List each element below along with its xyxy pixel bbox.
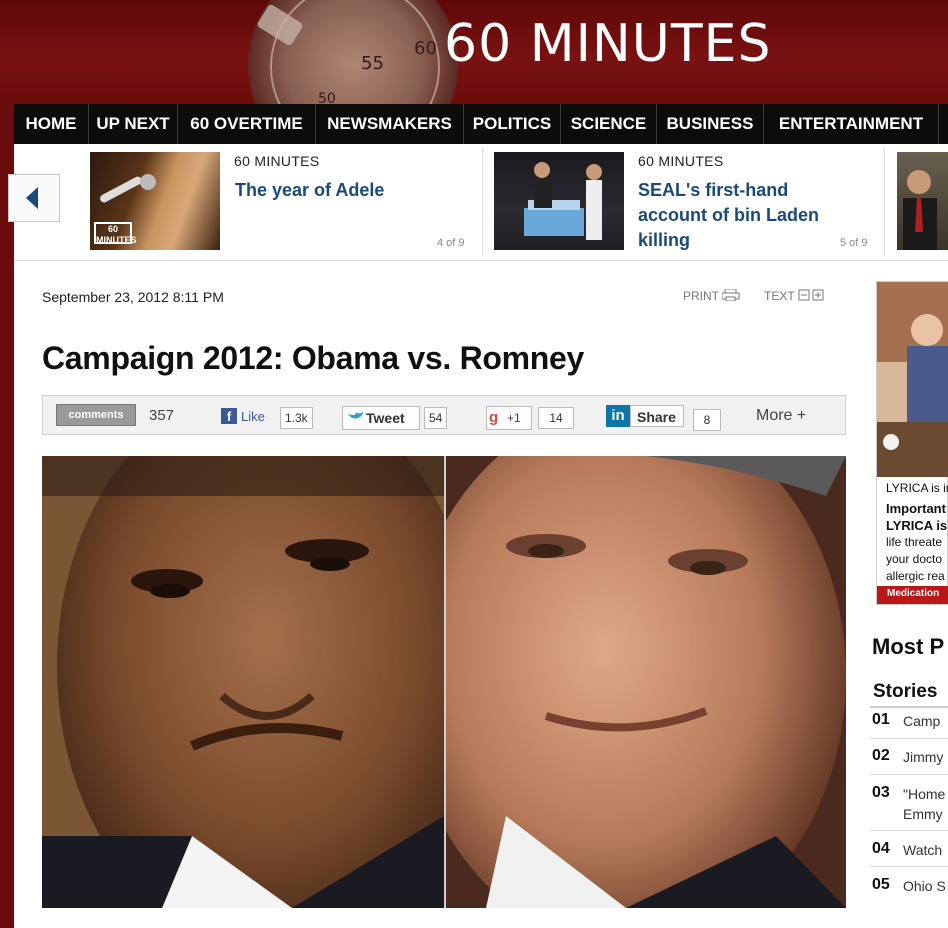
most-popular-heading: Most P bbox=[872, 634, 945, 659]
tweet-label: Tweet bbox=[366, 410, 405, 426]
carousel-divider bbox=[884, 148, 885, 256]
divider bbox=[870, 738, 948, 739]
ad-text-line: life threate bbox=[886, 535, 943, 549]
text-size-control[interactable]: TEXT bbox=[764, 289, 826, 303]
plus-one-label: +1 bbox=[507, 411, 521, 425]
divider bbox=[870, 774, 948, 775]
facebook-like-count: 1.3k bbox=[280, 407, 313, 429]
carousel-count: 4 of 9 bbox=[437, 237, 465, 249]
ad-footer-bar: Medication bbox=[877, 586, 948, 604]
carousel-kicker: 60 MINUTES bbox=[638, 153, 724, 169]
popular-story-link[interactable]: "Home Emmy bbox=[903, 784, 945, 824]
popular-story-line: "Home bbox=[903, 786, 946, 802]
popular-story-link[interactable]: Watch bbox=[903, 840, 942, 860]
chevron-left-icon bbox=[26, 187, 38, 209]
nav-item-home[interactable]: HOME bbox=[14, 104, 89, 144]
face-portrait-left bbox=[42, 456, 444, 908]
linkedin-share-label: Share bbox=[637, 409, 676, 425]
romney-photo bbox=[446, 456, 846, 908]
carousel-thumb-3[interactable] bbox=[897, 152, 948, 250]
obama-photo bbox=[42, 456, 444, 908]
carousel-prev-button[interactable] bbox=[8, 174, 60, 222]
popular-rank: 03 bbox=[872, 784, 890, 801]
nav-item-politics[interactable]: POLITICS bbox=[464, 104, 561, 144]
plus-one-count: 14 bbox=[538, 407, 574, 429]
carousel-title-line: killing bbox=[638, 230, 691, 250]
stopwatch-number: 50 bbox=[318, 91, 336, 104]
comments-button[interactable]: comments bbox=[56, 404, 136, 426]
tweet-count: 54 bbox=[424, 407, 448, 429]
ad-text-line: your docto bbox=[886, 552, 943, 566]
popular-story-link[interactable]: Jimmy bbox=[903, 747, 943, 767]
tweet-button[interactable]: Tweet bbox=[342, 406, 420, 430]
photo-person-icon bbox=[903, 170, 937, 250]
print-button[interactable]: PRINT bbox=[683, 288, 740, 303]
nav-item-business[interactable]: BUSINESS bbox=[657, 104, 764, 144]
carousel-title-line: account of bin Laden bbox=[638, 205, 820, 225]
facebook-like-button[interactable]: Like bbox=[241, 409, 265, 424]
carousel-title[interactable]: The year of Adele bbox=[235, 178, 384, 203]
carousel-count: 5 of 9 bbox=[840, 237, 868, 249]
article-title: Campaign 2012: Obama vs. Romney bbox=[42, 340, 585, 376]
article-date: September 23, 2012 8:11 PM bbox=[42, 289, 224, 305]
divider bbox=[870, 706, 948, 708]
google-plus-one-button[interactable]: g +1 bbox=[486, 406, 532, 430]
popular-rank: 04 bbox=[872, 840, 890, 857]
divider bbox=[870, 866, 948, 867]
stories-tab[interactable]: Stories bbox=[873, 681, 937, 703]
site-logo[interactable]: 60 MINUTES bbox=[444, 14, 771, 74]
text-size-label: TEXT bbox=[764, 289, 795, 303]
carousel-thumb-seal[interactable] bbox=[494, 152, 624, 250]
nav-item-up-next[interactable]: UP NEXT bbox=[89, 104, 178, 144]
ad-text-line: LYRICA is bbox=[886, 518, 948, 533]
comments-count: 357 bbox=[149, 407, 175, 424]
divider bbox=[870, 830, 948, 831]
print-label: PRINT bbox=[683, 289, 719, 303]
popular-rank: 01 bbox=[872, 711, 890, 728]
face-portrait-right bbox=[446, 456, 846, 908]
ad-text-line: Important bbox=[886, 501, 946, 516]
carousel-divider bbox=[482, 148, 483, 256]
ad-footer-text: Medication bbox=[887, 588, 940, 599]
facebook-icon[interactable]: f bbox=[221, 408, 237, 424]
popular-rank: 05 bbox=[872, 876, 890, 893]
nav-item-science[interactable]: SCIENCE bbox=[561, 104, 657, 144]
site-header: 55 60 50 60 MINUTES bbox=[0, 0, 948, 104]
carousel-thumb-adele[interactable]: 60 MINUTES bbox=[90, 152, 220, 250]
main-nav: HOME UP NEXT 60 OVERTIME NEWSMAKERS POLI… bbox=[14, 104, 948, 144]
ad-people-image bbox=[877, 282, 948, 477]
printer-icon bbox=[721, 288, 740, 302]
more-share-button[interactable]: More + bbox=[756, 407, 806, 425]
popular-story-link[interactable]: Ohio S bbox=[903, 876, 946, 896]
linkedin-share-button[interactable]: Share bbox=[630, 405, 684, 427]
carousel-title[interactable]: SEAL's first-hand account of bin Laden k… bbox=[638, 178, 819, 253]
ad-headline: LYRICA is ir bbox=[886, 481, 948, 495]
photo-scene-icon bbox=[524, 162, 602, 240]
google-plus-icon: g bbox=[489, 409, 499, 426]
left-background-strip bbox=[0, 104, 14, 928]
popular-rank: 02 bbox=[872, 747, 890, 764]
linkedin-icon[interactable]: in bbox=[606, 405, 630, 427]
nav-item-60-overtime[interactable]: 60 OVERTIME bbox=[178, 104, 316, 144]
twitter-bird-icon bbox=[348, 412, 363, 419]
stopwatch-number: 55 bbox=[361, 53, 384, 74]
linkedin-count: 8 bbox=[693, 409, 721, 431]
popular-story-line: Emmy bbox=[903, 806, 943, 822]
ad-photo bbox=[877, 282, 948, 477]
nav-item-newsmakers[interactable]: NEWSMAKERS bbox=[316, 104, 464, 144]
carousel-title-line: SEAL's first-hand bbox=[638, 180, 789, 200]
ad-text-line: allergic rea bbox=[886, 569, 945, 583]
text-size-icon bbox=[798, 289, 824, 301]
nav-item-entertainment[interactable]: ENTERTAINMENT bbox=[764, 104, 939, 144]
stopwatch-number: 60 bbox=[414, 38, 437, 59]
popular-story-link[interactable]: Camp bbox=[903, 711, 940, 731]
carousel-kicker: 60 MINUTES bbox=[234, 153, 320, 169]
sixty-minutes-badge: 60 MINUTES bbox=[94, 222, 137, 245]
